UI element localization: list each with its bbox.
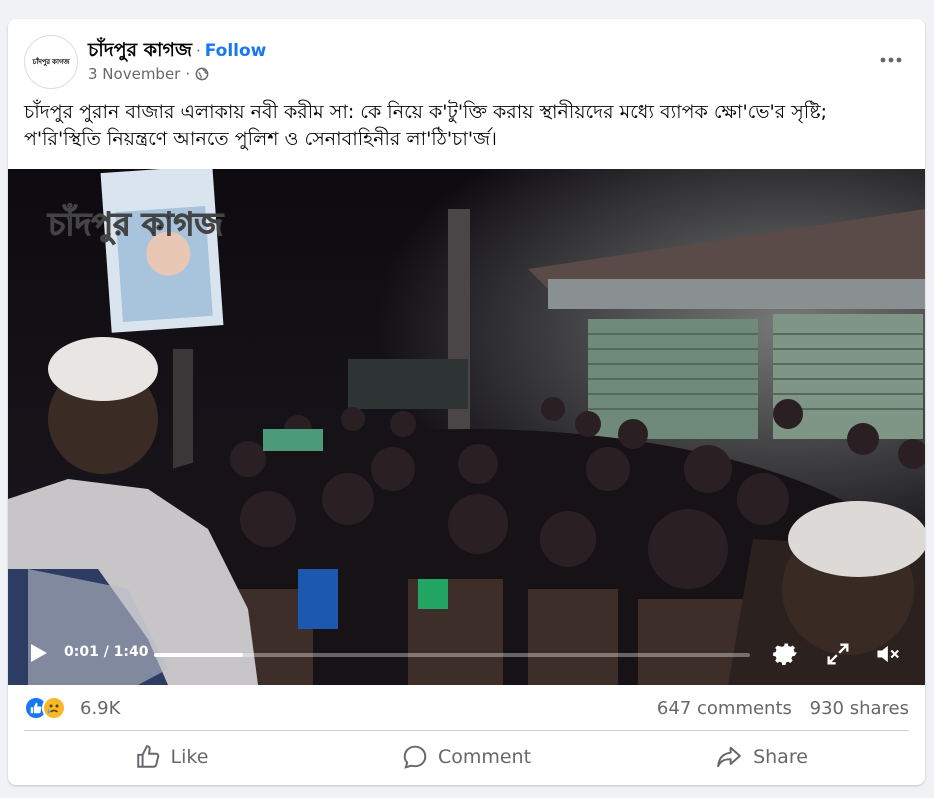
share-button[interactable]: Share (614, 735, 909, 779)
video-progress-bar[interactable] (154, 653, 750, 657)
video-watermark: চাঁদপুর কাগজ (47, 205, 224, 244)
avatar-logo-text: চাঁদপুর কাগজ (32, 58, 70, 66)
settings-gear-icon[interactable] (772, 640, 800, 668)
comment-bubble-icon (403, 745, 427, 769)
date-separator: · (185, 65, 191, 83)
thumbs-up-icon (136, 745, 159, 768)
post-header: চাঁদপুর কাগজ চাঁদপুর কাগজ · Follow 3 Nov… (24, 34, 909, 92)
post-date[interactable]: 3 November (88, 65, 180, 83)
comment-button[interactable]: Comment (319, 735, 614, 779)
reactions-row: 6.9K 647 comments 930 shares (24, 694, 909, 724)
fullscreen-icon[interactable] (824, 640, 852, 668)
engagement-counts: 647 comments 930 shares (645, 698, 909, 719)
post-actions: Like Comment Share (24, 735, 909, 779)
post-text: চাঁদপুর পুরান বাজার এলাকায় নবী করীম সা:… (24, 101, 828, 150)
more-options-icon[interactable] (875, 48, 907, 72)
reaction-icons[interactable] (24, 696, 66, 720)
video-controls: 0:01 / 1:40 (8, 623, 925, 685)
volume-muted-icon[interactable] (874, 640, 902, 668)
like-label: Like (170, 746, 209, 768)
like-button[interactable]: Like (24, 735, 319, 779)
video-time: 0:01 / 1:40 (64, 644, 149, 660)
follow-button[interactable]: Follow (205, 41, 267, 61)
video-progress-fill (154, 653, 244, 657)
play-icon[interactable] (26, 641, 50, 665)
page-avatar[interactable]: চাঁদপুর কাগজ (24, 35, 78, 89)
page-name-line: চাঁদপুর কাগজ · Follow (88, 36, 266, 68)
actions-divider (24, 730, 909, 731)
share-arrow-icon (717, 746, 741, 768)
sad-icon (42, 696, 66, 720)
comment-label: Comment (437, 746, 532, 768)
shares-count[interactable]: 930 shares (810, 698, 909, 719)
name-separator: · (195, 42, 201, 60)
share-label: Share (753, 746, 808, 768)
reaction-count[interactable]: 6.9K (80, 698, 120, 719)
post-card: চাঁদপুর কাগজ চাঁদপুর কাগজ · Follow 3 Nov… (8, 19, 925, 785)
page-name[interactable]: চাঁদপুর কাগজ (88, 36, 192, 68)
video-player[interactable]: চাঁদপুর কাগজ 0:01 / 1:40 (8, 169, 925, 685)
globe-icon (195, 67, 209, 81)
post-meta: 3 November · (88, 65, 209, 83)
comments-count[interactable]: 647 comments (657, 698, 792, 719)
